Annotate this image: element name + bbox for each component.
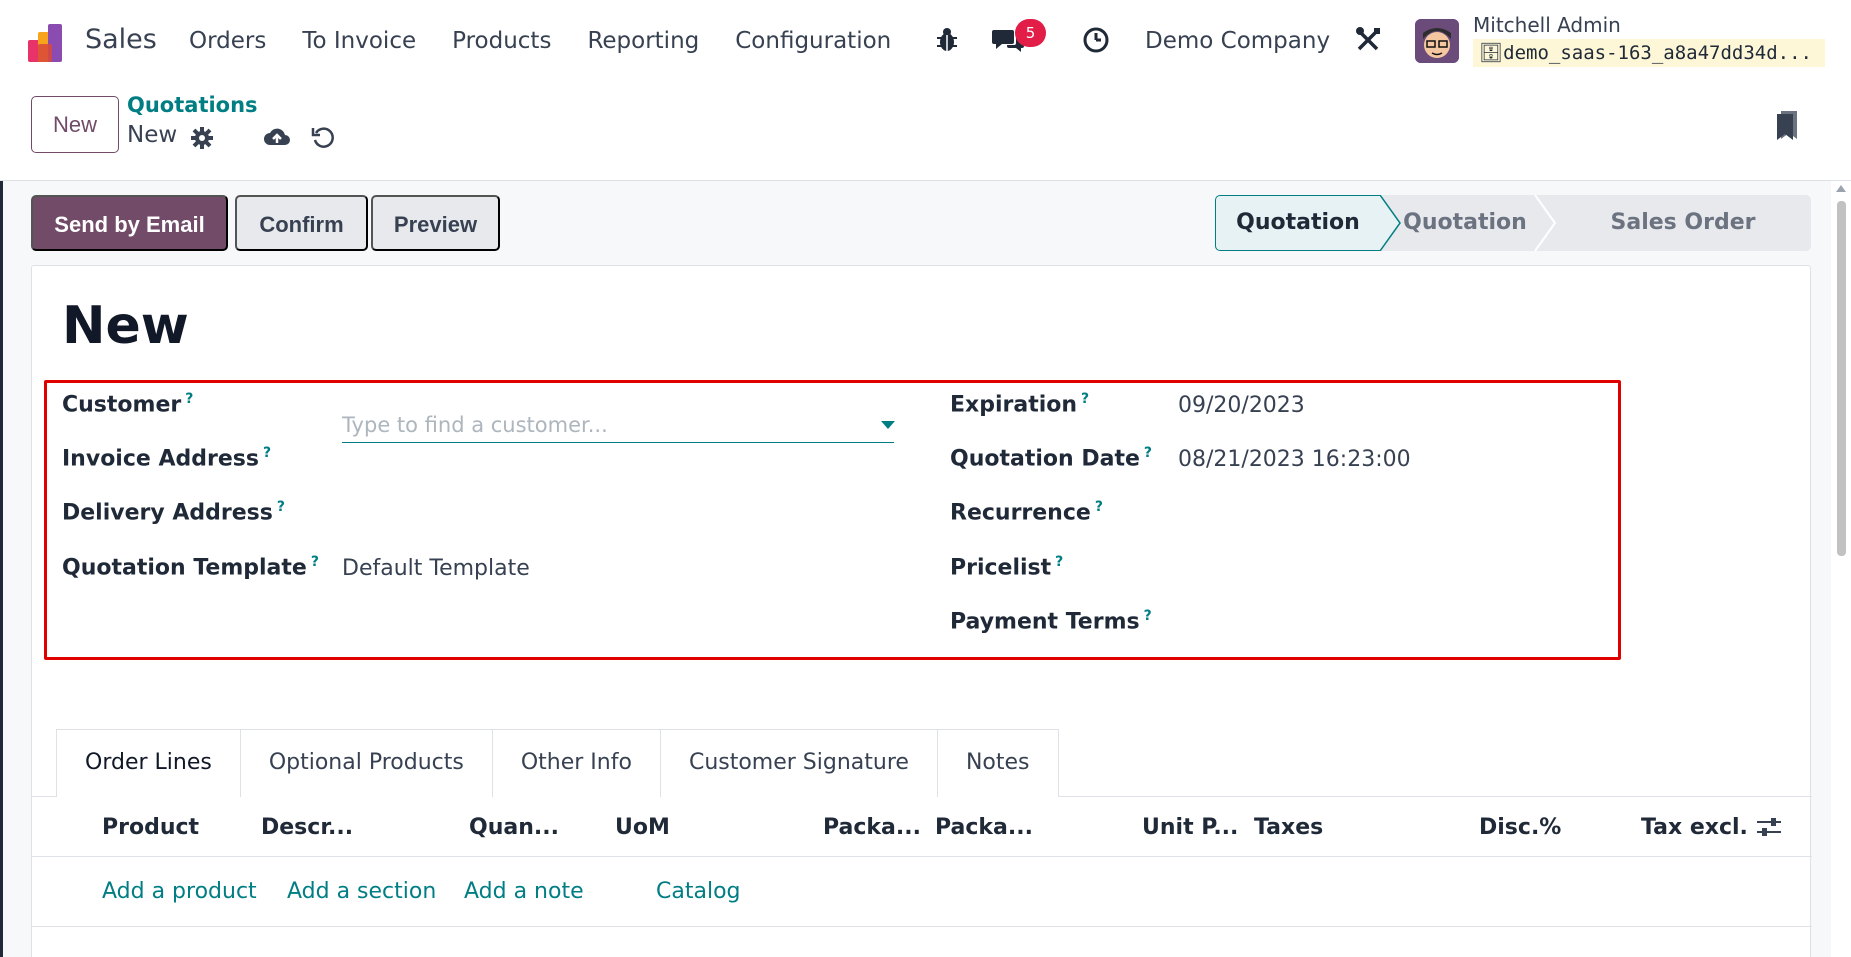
payment-terms-label-text: Payment Terms bbox=[950, 609, 1140, 635]
top-navbar: Sales Orders To Invoice Products Reporti… bbox=[0, 0, 1851, 83]
status-bar: Sales Order Quotation Sent Quotation bbox=[1215, 195, 1811, 291]
tab-order-lines[interactable]: Order Lines bbox=[56, 729, 241, 797]
column-packaging[interactable]: Packa... bbox=[935, 815, 1033, 840]
customer-label-text: Customer bbox=[62, 392, 182, 418]
quotation-template-label-text: Quotation Template bbox=[62, 555, 307, 581]
menu-products[interactable]: Products bbox=[452, 28, 551, 54]
app-name[interactable]: Sales bbox=[85, 24, 157, 55]
quotation-date-label-text: Quotation Date bbox=[950, 446, 1140, 472]
menu-reporting[interactable]: Reporting bbox=[587, 28, 699, 54]
user-avatar-icon bbox=[1415, 19, 1459, 63]
help-icon[interactable]: ? bbox=[1095, 499, 1103, 515]
help-icon[interactable]: ? bbox=[1144, 608, 1152, 624]
sales-app-logo-icon[interactable] bbox=[28, 22, 70, 62]
scrollbar-thumb[interactable] bbox=[1837, 201, 1846, 556]
status-active-arrow-icon bbox=[1380, 195, 1401, 251]
quotation-date-label: Quotation Date? bbox=[950, 445, 1152, 471]
scrollbar[interactable] bbox=[1831, 181, 1851, 957]
pricelist-label-text: Pricelist bbox=[950, 555, 1052, 581]
help-icon[interactable]: ? bbox=[277, 499, 285, 515]
gear-icon[interactable] bbox=[190, 126, 214, 150]
preview-button[interactable]: Preview bbox=[371, 195, 500, 251]
menu-to-invoice[interactable]: To Invoice bbox=[302, 28, 416, 54]
avatar[interactable] bbox=[1415, 19, 1459, 63]
column-product[interactable]: Product bbox=[102, 815, 199, 840]
quotation-template-field[interactable]: Default Template bbox=[342, 556, 530, 581]
clock-icon[interactable] bbox=[1082, 26, 1110, 54]
scroll-up-arrow-icon[interactable] bbox=[1836, 185, 1846, 192]
add-section-link[interactable]: Add a section bbox=[287, 879, 436, 904]
column-unit-price[interactable]: Unit P... bbox=[1142, 815, 1238, 840]
delivery-address-label: Delivery Address? bbox=[62, 499, 285, 525]
messages-count-badge: 5 bbox=[1015, 19, 1046, 47]
recurrence-label-text: Recurrence bbox=[950, 500, 1091, 526]
record-title[interactable]: New bbox=[62, 296, 189, 356]
invoice-address-label-text: Invoice Address bbox=[62, 446, 259, 472]
order-lines-header: Product Descr... Quan... UoM Packa... Pa… bbox=[32, 797, 1812, 857]
optional-columns-icon[interactable] bbox=[1756, 815, 1782, 839]
help-icon[interactable]: ? bbox=[311, 554, 319, 570]
add-line-row: Add a product Add a section Add a note C… bbox=[32, 857, 1812, 927]
column-packaging-qty[interactable]: Packa... bbox=[823, 815, 921, 840]
column-description[interactable]: Descr... bbox=[261, 815, 353, 840]
database-icon: 🗄 bbox=[1479, 42, 1504, 64]
user-name[interactable]: Mitchell Admin bbox=[1473, 13, 1621, 37]
column-uom[interactable]: UoM bbox=[615, 815, 670, 840]
breadcrumb-quotations[interactable]: Quotations bbox=[127, 93, 258, 117]
expiration-label-text: Expiration bbox=[950, 392, 1078, 418]
customer-label: Customer? bbox=[62, 391, 193, 417]
form-sheet: New Customer? Invoice Address? Delivery … bbox=[31, 265, 1812, 957]
add-product-link[interactable]: Add a product bbox=[102, 879, 257, 904]
expiration-label: Expiration? bbox=[950, 391, 1089, 417]
form-view: Send by Email Confirm Preview Sales Orde… bbox=[0, 181, 1851, 957]
customer-input[interactable] bbox=[342, 407, 894, 443]
quotation-template-label: Quotation Template? bbox=[62, 554, 319, 580]
database-name[interactable]: 🗄demo_saas-163_a8a47dd34d... bbox=[1473, 39, 1825, 67]
menu-orders[interactable]: Orders bbox=[189, 28, 266, 54]
breadcrumb-current: New bbox=[127, 122, 178, 148]
column-discount[interactable]: Disc.% bbox=[1479, 815, 1561, 840]
notebook-tabs: Order Lines Optional Products Other Info… bbox=[56, 729, 1059, 797]
invoice-address-label: Invoice Address? bbox=[62, 445, 271, 471]
tab-notes[interactable]: Notes bbox=[936, 729, 1059, 797]
add-note-link[interactable]: Add a note bbox=[464, 879, 584, 904]
quotation-date-field[interactable]: 08/21/2023 16:23:00 bbox=[1178, 447, 1411, 472]
help-icon[interactable]: ? bbox=[1081, 391, 1089, 407]
tab-other-info[interactable]: Other Info bbox=[491, 729, 661, 797]
status-quotation[interactable]: Quotation bbox=[1215, 195, 1381, 251]
menu-configuration[interactable]: Configuration bbox=[735, 28, 891, 54]
column-tax-excluded[interactable]: Tax excl. bbox=[1641, 815, 1748, 840]
main-menu: Orders To Invoice Products Reporting Con… bbox=[189, 28, 927, 54]
bug-icon[interactable] bbox=[935, 26, 959, 54]
database-label: demo_saas-163_a8a47dd34d... bbox=[1503, 42, 1812, 64]
help-icon[interactable]: ? bbox=[1055, 554, 1063, 570]
send-by-email-button[interactable]: Send by Email bbox=[31, 195, 228, 251]
help-icon[interactable]: ? bbox=[1144, 445, 1152, 461]
tab-optional-products[interactable]: Optional Products bbox=[239, 729, 493, 797]
delivery-address-label-text: Delivery Address bbox=[62, 500, 273, 526]
tools-icon[interactable] bbox=[1354, 26, 1382, 54]
status-sales-order[interactable]: Sales Order bbox=[1555, 195, 1811, 251]
expiration-field[interactable]: 09/20/2023 bbox=[1178, 393, 1305, 418]
status-quotation-sent[interactable]: Quotation Sent bbox=[1390, 195, 1540, 291]
new-button[interactable]: New bbox=[31, 96, 119, 153]
tab-customer-signature[interactable]: Customer Signature bbox=[659, 729, 938, 797]
confirm-button[interactable]: Confirm bbox=[235, 195, 368, 251]
catalog-link[interactable]: Catalog bbox=[656, 879, 741, 904]
bookmark-icon[interactable] bbox=[1775, 109, 1799, 141]
recurrence-label: Recurrence? bbox=[950, 499, 1103, 525]
chevron-down-icon[interactable] bbox=[881, 421, 895, 429]
help-icon[interactable]: ? bbox=[263, 445, 271, 461]
control-panel: New Quotations New bbox=[0, 83, 1851, 181]
save-cloud-icon[interactable] bbox=[263, 125, 291, 149]
pricelist-label: Pricelist? bbox=[950, 554, 1063, 580]
column-taxes[interactable]: Taxes bbox=[1254, 815, 1323, 840]
company-switcher[interactable]: Demo Company bbox=[1145, 28, 1330, 54]
discard-undo-icon[interactable] bbox=[311, 125, 335, 149]
help-icon[interactable]: ? bbox=[185, 391, 193, 407]
payment-terms-label: Payment Terms? bbox=[950, 608, 1152, 634]
column-quantity[interactable]: Quan... bbox=[469, 815, 559, 840]
